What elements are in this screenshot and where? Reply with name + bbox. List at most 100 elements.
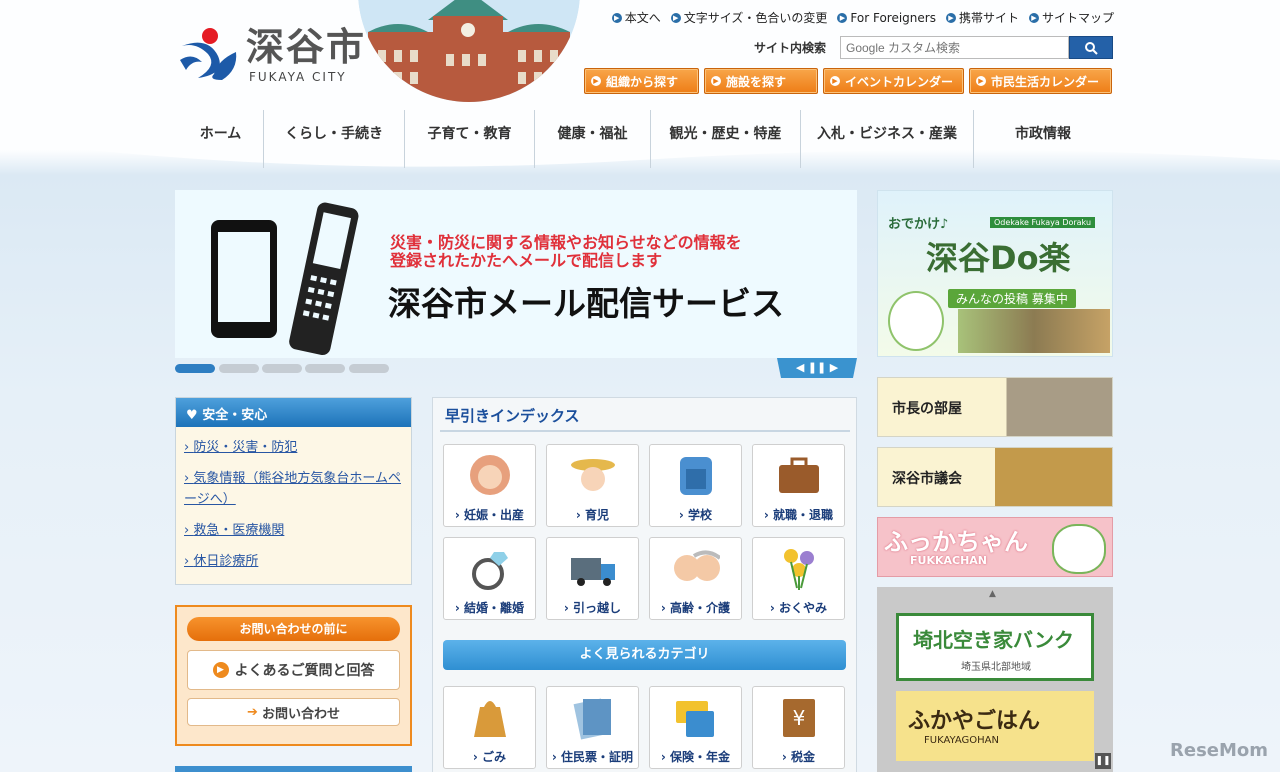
ring-icon	[472, 552, 508, 590]
arrow-icon: ▶	[976, 76, 986, 86]
child-hat-icon	[571, 459, 615, 491]
util-link-skip[interactable]: ▶ 本文へ	[611, 9, 661, 26]
contact-button[interactable]: ➔ お問い合わせ	[187, 698, 400, 726]
yen-box-icon: ¥	[783, 699, 815, 737]
hero-banner[interactable]	[175, 190, 857, 358]
search-input[interactable]	[840, 36, 1069, 59]
city-logo-icon[interactable]	[178, 26, 240, 82]
baby-icon	[470, 455, 510, 495]
safety-header: ♥ 安全・安心	[176, 398, 411, 427]
phones-icon	[211, 202, 359, 356]
arrow-icon: ▶	[670, 12, 681, 23]
search-icon	[1085, 42, 1098, 55]
arrow-icon: ▶	[591, 76, 601, 86]
event-calendar-button[interactable]: ▶ イベントカレンダー	[823, 68, 964, 94]
fukaya-gohan-banner[interactable]: ふかやごはん FUKAYAGOHAN	[896, 691, 1094, 761]
faq-button[interactable]: ▶ よくあるご質問と回答	[187, 650, 400, 690]
util-link-sitemap[interactable]: ▶ サイトマップ	[1028, 9, 1114, 26]
cards-icon	[676, 701, 714, 737]
tile-insurance-pension[interactable]: › 保険・年金	[649, 686, 742, 769]
slider-page-1[interactable]	[175, 364, 215, 373]
briefcase-icon	[779, 457, 819, 493]
tile-pregnancy[interactable]: › 妊娠・出産	[443, 444, 536, 527]
resemom-watermark: ReseMom	[1170, 740, 1269, 761]
utility-links: ▶ 本文へ ▶ 文字サイズ・色合いの変更 ▶ For Foreigners ▶ 携帯サイ…	[611, 9, 1114, 26]
fukkachan-mascot-icon	[1052, 524, 1106, 574]
inquiry-header: お問い合わせの前に	[187, 617, 400, 641]
arrow-icon: ▶	[837, 12, 848, 23]
org-search-button[interactable]: ▶ 組織から探す	[584, 68, 699, 94]
tile-garbage[interactable]: › ごみ	[443, 686, 536, 769]
pause-icon[interactable]: ❚❚	[1095, 753, 1111, 769]
fukkachan-banner[interactable]: ふっかちゃん FUKKACHAN	[877, 517, 1113, 577]
tile-school[interactable]: › 学校	[649, 444, 742, 527]
safety-link-holiday-clinic[interactable]: › 休日診療所	[176, 551, 411, 572]
svg-text:¥: ¥	[793, 706, 806, 730]
tile-resident-certificate[interactable]: › 住民票・証明	[546, 686, 639, 769]
safety-link-disaster[interactable]: › 防災・災害・防犯	[176, 437, 411, 458]
arrow-icon: ▶	[611, 12, 622, 23]
tile-moving[interactable]: › 引っ越し	[546, 537, 639, 620]
arrow-icon: ▶	[711, 76, 721, 86]
nav-tourism[interactable]: 観光・歴史・特産	[651, 110, 801, 168]
nav-health[interactable]: 健康・福祉	[535, 110, 651, 168]
safety-box: ♥ 安全・安心 › 防災・災害・防犯 › 気象情報（熊谷地方気象台ホームページへ…	[175, 397, 412, 585]
nav-living[interactable]: くらし・手続き	[264, 110, 405, 168]
slider-page-2[interactable]	[219, 364, 259, 373]
util-link-textsize[interactable]: ▶ 文字サイズ・色合いの変更	[670, 9, 827, 26]
akiya-bank-banner[interactable]: 埼北空き家バンク 埼玉県北部地域	[896, 613, 1094, 681]
nav-business[interactable]: 入札・ビジネス・産業	[801, 110, 974, 168]
heart-icon: ♥	[186, 408, 198, 423]
tile-condolences[interactable]: › おくやみ	[752, 537, 845, 620]
util-link-foreigners[interactable]: ▶ For Foreigners	[837, 9, 936, 26]
main-nav: ホーム くらし・手続き 子育て・教育 健康・福祉 観光・歴史・特産 入札・ビジネ…	[178, 110, 1112, 168]
tile-childcare[interactable]: › 育児	[546, 444, 639, 527]
arrow-icon: ▶	[830, 76, 840, 86]
station-illustration	[358, 0, 580, 102]
school-bag-icon	[680, 457, 712, 495]
flowers-icon	[784, 549, 814, 590]
arrow-icon: ▶	[1028, 12, 1039, 23]
logo-english: FUKAYA CITY	[249, 70, 347, 84]
facility-search-button[interactable]: ▶ 施設を探す	[704, 68, 818, 94]
tile-employment[interactable]: › 就職・退職	[752, 444, 845, 527]
tile-elderly[interactable]: › 高齢・介護	[649, 537, 742, 620]
elderly-couple-icon	[674, 550, 720, 581]
arrow-icon: ➔	[247, 704, 258, 720]
slider-page-5[interactable]	[349, 364, 389, 373]
banner-scroller: ▲ 埼北空き家バンク 埼玉県北部地域 ふかやごはん FUKAYAGOHAN ❚❚	[877, 587, 1113, 772]
documents-icon	[573, 698, 611, 740]
hero-title: 深谷市メール配信サービス	[388, 284, 784, 323]
category-header: よく見られるカテゴリ	[443, 640, 846, 670]
city-council-banner[interactable]: 深谷市議会	[877, 447, 1113, 507]
scroll-up-icon[interactable]: ▲	[989, 589, 996, 599]
odekake-photos	[958, 309, 1110, 353]
nav-city-info[interactable]: 市政情報	[974, 110, 1112, 168]
mayor-room-banner[interactable]: 市長の部屋	[877, 377, 1113, 437]
garbage-bag-icon	[474, 701, 506, 737]
safety-link-weather[interactable]: › 気象情報（熊谷地方気象台ホームページへ）	[176, 468, 411, 510]
slider-page-3[interactable]	[262, 364, 302, 373]
hero-subtitle: 災害・防災に関する情報やお知らせなどの情報を 登録されたかたへメールで配信します	[390, 233, 742, 270]
nav-childcare[interactable]: 子育て・教育	[405, 110, 535, 168]
safety-link-emergency[interactable]: › 救急・医療機関	[176, 520, 411, 541]
slider-controls[interactable]: ◀ ❚❚ ▶	[777, 358, 857, 378]
tile-marriage[interactable]: › 結婚・離婚	[443, 537, 536, 620]
search-button[interactable]	[1069, 36, 1113, 59]
odekake-banner[interactable]: おでかけ♪ Odekake Fukaya Doraku 深谷Do楽 みんなの投稿…	[877, 190, 1113, 357]
nav-home[interactable]: ホーム	[178, 110, 264, 168]
search-label: サイト内検索	[754, 41, 827, 55]
logo-text[interactable]: 深谷市	[246, 24, 366, 70]
mascot-icon	[888, 291, 944, 351]
divider	[440, 430, 850, 432]
quick-index-title: 早引きインデックス	[445, 407, 580, 425]
inquiry-box: お問い合わせの前に ▶ よくあるご質問と回答 ➔ お問い合わせ	[175, 605, 412, 746]
util-link-mobile[interactable]: ▶ 携帯サイト	[945, 9, 1019, 26]
slider-page-4[interactable]	[305, 364, 345, 373]
arrow-icon: ▶	[945, 12, 956, 23]
truck-icon	[571, 558, 615, 586]
next-section-header	[175, 766, 412, 772]
arrow-icon: ▶	[212, 662, 229, 678]
life-calendar-button[interactable]: ▶ 市民生活カレンダー	[969, 68, 1112, 94]
tile-tax[interactable]: ¥ › 税金	[752, 686, 845, 769]
